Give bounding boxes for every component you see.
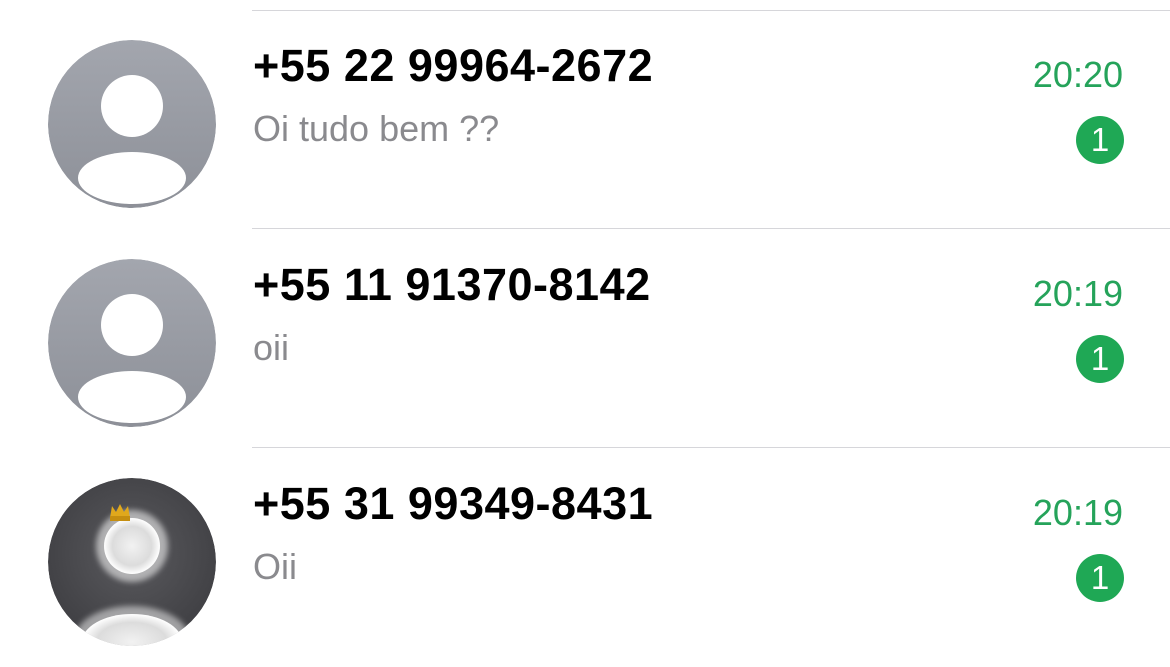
unread-badge: 1 <box>1076 335 1124 383</box>
message-preview: Oii <box>253 546 297 587</box>
chat-list: +55 22 99964-2672 Oi tudo bem ?? 20:20 1… <box>0 0 1170 646</box>
default-avatar-icon[interactable] <box>48 40 216 208</box>
timestamp: 20:19 <box>1032 492 1123 533</box>
unread-badge: 1 <box>1076 116 1124 164</box>
contact-name: +55 31 99349-8431 <box>253 478 654 529</box>
chat-row[interactable]: +55 22 99964-2672 Oi tudo bem ?? 20:20 1 <box>0 10 1170 229</box>
chat-row[interactable]: +55 11 91370-8142 oii 20:19 1 <box>0 229 1170 448</box>
chat-row[interactable]: +55 31 99349-8431 Oii 20:19 1 <box>0 448 1170 667</box>
timestamp: 20:19 <box>1032 273 1123 314</box>
timestamp: 20:20 <box>1032 54 1123 95</box>
message-preview: Oi tudo bem ?? <box>253 108 500 149</box>
contact-name: +55 22 99964-2672 <box>253 40 654 91</box>
default-avatar-icon[interactable] <box>48 259 216 427</box>
unread-badge: 1 <box>1076 554 1124 602</box>
profile-photo[interactable] <box>48 478 216 646</box>
contact-name: +55 11 91370-8142 <box>253 259 651 310</box>
message-preview: oii <box>253 327 290 368</box>
